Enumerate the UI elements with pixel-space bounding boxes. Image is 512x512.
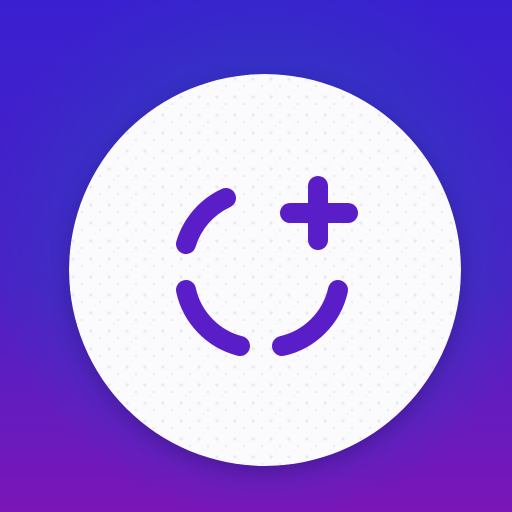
white-circle-badge	[69, 74, 461, 466]
app-icon	[0, 0, 512, 512]
